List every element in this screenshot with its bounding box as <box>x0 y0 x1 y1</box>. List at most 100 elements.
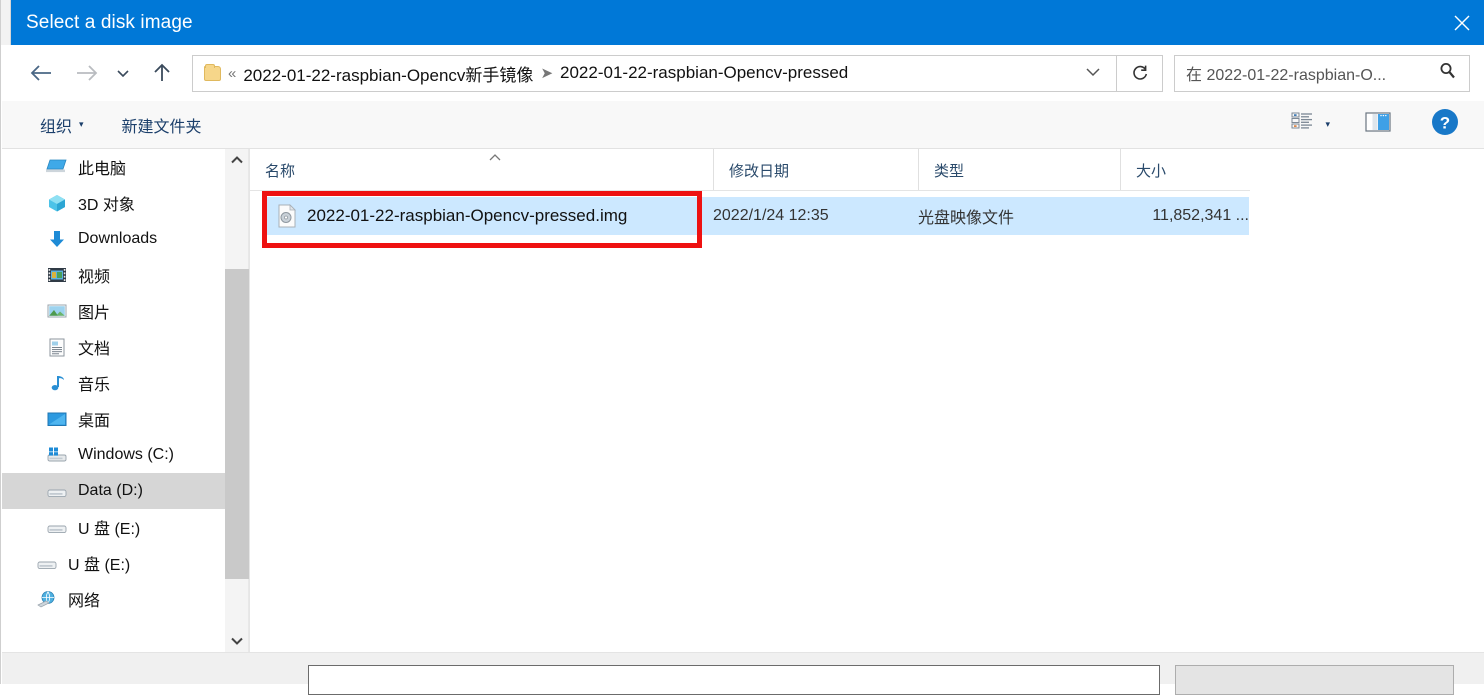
column-header-size[interactable]: 大小 <box>1120 149 1258 191</box>
dialog-body: 此电脑 3D 对象 Downloads 视频 图片 文档 音乐 桌面 Windo… <box>2 149 1484 652</box>
sidebar-item-label: 网络 <box>68 593 101 610</box>
sidebar-item-usb-e-2[interactable]: U 盘 (E:) <box>2 545 225 581</box>
search-box[interactable]: 在 2022-01-22-raspbian-O... <box>1174 54 1470 92</box>
column-header-date[interactable]: 修改日期 <box>713 149 918 191</box>
column-header-divider <box>250 190 1250 191</box>
refresh-icon <box>1132 65 1147 80</box>
window-left-edge <box>1 0 11 45</box>
breadcrumb-item-1[interactable]: 2022-01-22-raspbian-Opencv新手镜像 <box>243 61 533 86</box>
sidebar-item-label: Downloads <box>78 230 158 247</box>
refresh-button[interactable] <box>1116 54 1163 92</box>
sidebar-item-music[interactable]: 音乐 <box>2 365 225 401</box>
address-bar[interactable]: « 2022-01-22-raspbian-Opencv新手镜像 ➤ 2022-… <box>192 54 1117 92</box>
sidebar-item-label: U 盘 (E:) <box>68 557 131 574</box>
sidebar-item-label: 音乐 <box>78 377 111 394</box>
close-icon <box>1454 15 1470 30</box>
address-dropdown-button[interactable] <box>1084 65 1102 81</box>
folder-icon <box>204 63 221 81</box>
organize-label: 组织 <box>40 118 73 136</box>
chevron-up-icon <box>231 156 243 164</box>
music-icon <box>46 373 68 393</box>
sidebar-item-pictures[interactable]: 图片 <box>2 293 225 329</box>
chevron-down-icon: ▾ <box>79 119 84 129</box>
column-header-name[interactable]: 名称 <box>250 149 713 191</box>
sidebar-item-label: 3D 对象 <box>78 197 135 214</box>
breadcrumb-item-2[interactable]: 2022-01-22-raspbian-Opencv-pressed <box>560 63 848 83</box>
sidebar-item-label: 图片 <box>78 305 111 322</box>
navigation-bar: « 2022-01-22-raspbian-Opencv新手镜像 ➤ 2022-… <box>2 45 1484 101</box>
new-folder-button[interactable]: 新建文件夹 <box>122 110 202 140</box>
usb-drive-icon <box>36 553 58 573</box>
recent-locations-button[interactable] <box>110 56 136 90</box>
preview-pane-icon[interactable] <box>1364 110 1392 139</box>
sidebar-item-label: 视频 <box>78 269 111 286</box>
sidebar-item-videos[interactable]: 视频 <box>2 257 225 293</box>
3d-objects-icon <box>46 193 68 213</box>
back-arrow-icon <box>30 65 51 81</box>
organize-menu-button[interactable]: 组织 ▾ <box>40 110 84 140</box>
sidebar-item-label: Windows (C:) <box>78 446 175 463</box>
videos-icon <box>46 265 68 285</box>
file-name: 2022-01-22-raspbian-Opencv-pressed.img <box>307 206 628 225</box>
sort-ascending-icon <box>488 153 502 165</box>
pictures-icon <box>46 301 68 321</box>
file-name-input[interactable] <box>308 665 1160 695</box>
sidebar-item-label: 桌面 <box>78 413 111 430</box>
sidebar-item-data-d[interactable]: Data (D:) <box>2 473 225 509</box>
help-button[interactable]: ? <box>1430 107 1460 142</box>
sidebar-item-label: Data (D:) <box>78 482 143 499</box>
sidebar-item-this-pc[interactable]: 此电脑 <box>2 149 225 185</box>
network-icon <box>36 589 58 609</box>
toolbar-right-group: ▾ ? <box>1290 107 1484 142</box>
file-date: 2022/1/24 12:35 <box>713 207 829 224</box>
forward-button <box>68 56 104 90</box>
scroll-down-button[interactable] <box>225 630 249 652</box>
disc-image-file-icon <box>277 204 297 228</box>
back-button[interactable] <box>24 56 60 90</box>
file-list-pane: 名称 修改日期 类型 大小 2022-01-22-raspbian-Opencv… <box>249 149 1484 652</box>
sidebar-item-windows-c[interactable]: Windows (C:) <box>2 437 225 473</box>
list-view-icon[interactable] <box>1290 110 1316 139</box>
sidebar-item-label: 文档 <box>78 341 111 358</box>
window-title: Select a disk image <box>26 11 193 33</box>
new-folder-label: 新建文件夹 <box>121 118 202 136</box>
sidebar-item-usb-e-1[interactable]: U 盘 (E:) <box>2 509 225 545</box>
command-toolbar: 组织 ▾ 新建文件夹 ▾ ? <box>2 101 1484 149</box>
close-button[interactable] <box>1439 0 1484 45</box>
sidebar-item-desktop[interactable]: 桌面 <box>2 401 225 437</box>
search-icon <box>1438 61 1457 85</box>
sidebar-item-downloads[interactable]: Downloads <box>2 221 225 257</box>
navigation-pane: 此电脑 3D 对象 Downloads 视频 图片 文档 音乐 桌面 Windo… <box>2 149 225 652</box>
chevron-down-icon <box>117 70 129 78</box>
up-one-level-button[interactable] <box>144 56 180 90</box>
sidebar-item-label: 此电脑 <box>78 161 127 178</box>
column-header-date-label: 修改日期 <box>729 162 790 180</box>
downloads-icon <box>46 229 68 249</box>
search-input[interactable]: 在 2022-01-22-raspbian-O... <box>1186 61 1386 85</box>
svg-text:?: ? <box>1440 114 1450 133</box>
table-row[interactable]: 2022-01-22-raspbian-Opencv-pressed.img 2… <box>264 197 1249 235</box>
drive-icon <box>46 481 68 501</box>
column-header-type[interactable]: 类型 <box>918 149 1120 191</box>
file-type-dropdown[interactable] <box>1175 665 1454 695</box>
this-pc-icon <box>46 157 68 177</box>
sidebar-item-documents[interactable]: 文档 <box>2 329 225 365</box>
sidebar-item-3d-objects[interactable]: 3D 对象 <box>2 185 225 221</box>
breadcrumb-overflow[interactable]: « <box>228 65 236 82</box>
forward-arrow-icon <box>77 65 98 81</box>
scroll-up-button[interactable] <box>225 149 249 171</box>
column-header-name-label: 名称 <box>265 162 296 180</box>
file-size: 11,852,341 ... <box>1152 207 1249 224</box>
file-open-dialog: Select a disk image « 2022-01-22-raspbia… <box>0 0 1484 695</box>
navigation-pane-scrollbar[interactable] <box>225 149 249 652</box>
file-type: 光盘映像文件 <box>918 210 1015 227</box>
column-header-size-label: 大小 <box>1136 162 1167 180</box>
desktop-icon <box>46 409 68 429</box>
sidebar-item-network[interactable]: 网络 <box>2 581 225 617</box>
scrollbar-thumb[interactable] <box>225 269 249 579</box>
windows-drive-icon <box>46 445 68 465</box>
documents-icon <box>46 337 68 357</box>
title-bar: Select a disk image <box>11 0 1484 45</box>
view-options-dropdown[interactable]: ▾ <box>1325 119 1330 130</box>
chevron-down-icon <box>1086 68 1100 77</box>
